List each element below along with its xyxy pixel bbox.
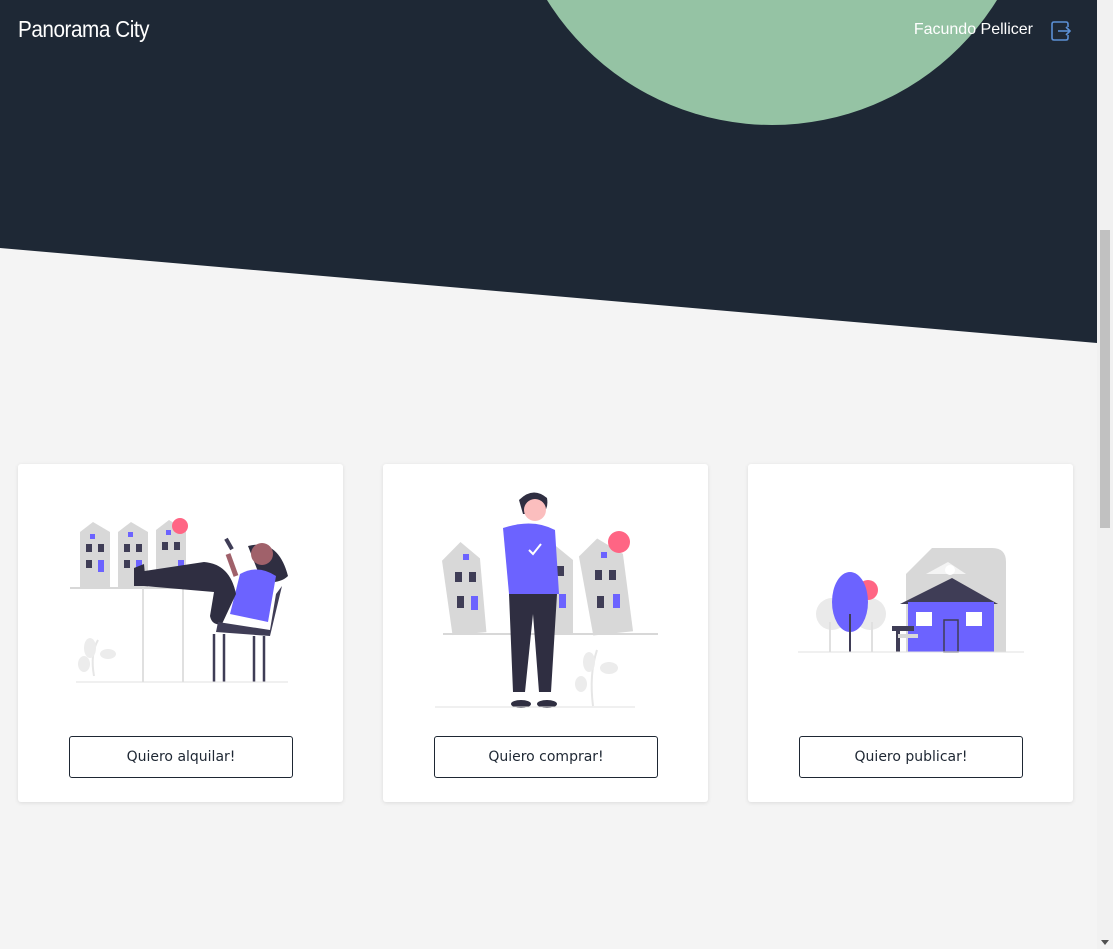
house-with-trees-illustration	[798, 548, 1024, 653]
user-name: Facundo Pellicer	[913, 21, 1033, 38]
man-figure	[503, 492, 559, 708]
house-illustration	[892, 548, 1006, 653]
card-publish: Quiero publicar!	[748, 464, 1073, 802]
publish-button[interactable]: Quiero publicar!	[799, 736, 1023, 778]
logout-icon	[1051, 21, 1072, 41]
page-scrollbar[interactable]	[1097, 0, 1113, 949]
scrollbar-thumb[interactable]	[1100, 230, 1110, 528]
plant-decoration	[575, 649, 618, 707]
scroll-down-arrow-icon[interactable]	[1101, 940, 1109, 945]
card-buy: Quiero comprar!	[383, 464, 708, 802]
buy-button[interactable]: Quiero comprar!	[434, 736, 658, 778]
rent-button[interactable]: Quiero alquilar!	[69, 736, 293, 778]
plant-decoration	[78, 638, 116, 677]
woman-relaxing-illustration	[70, 518, 288, 683]
top-navbar: Panorama City Facundo Pellicer	[0, 0, 1097, 62]
brand-logo-text[interactable]: Panorama City	[18, 16, 150, 43]
card-rent: Quiero alquilar!	[18, 464, 343, 802]
logout-button[interactable]	[1050, 19, 1072, 43]
man-with-houses-illustration	[435, 492, 658, 708]
trees-illustration	[816, 572, 886, 652]
